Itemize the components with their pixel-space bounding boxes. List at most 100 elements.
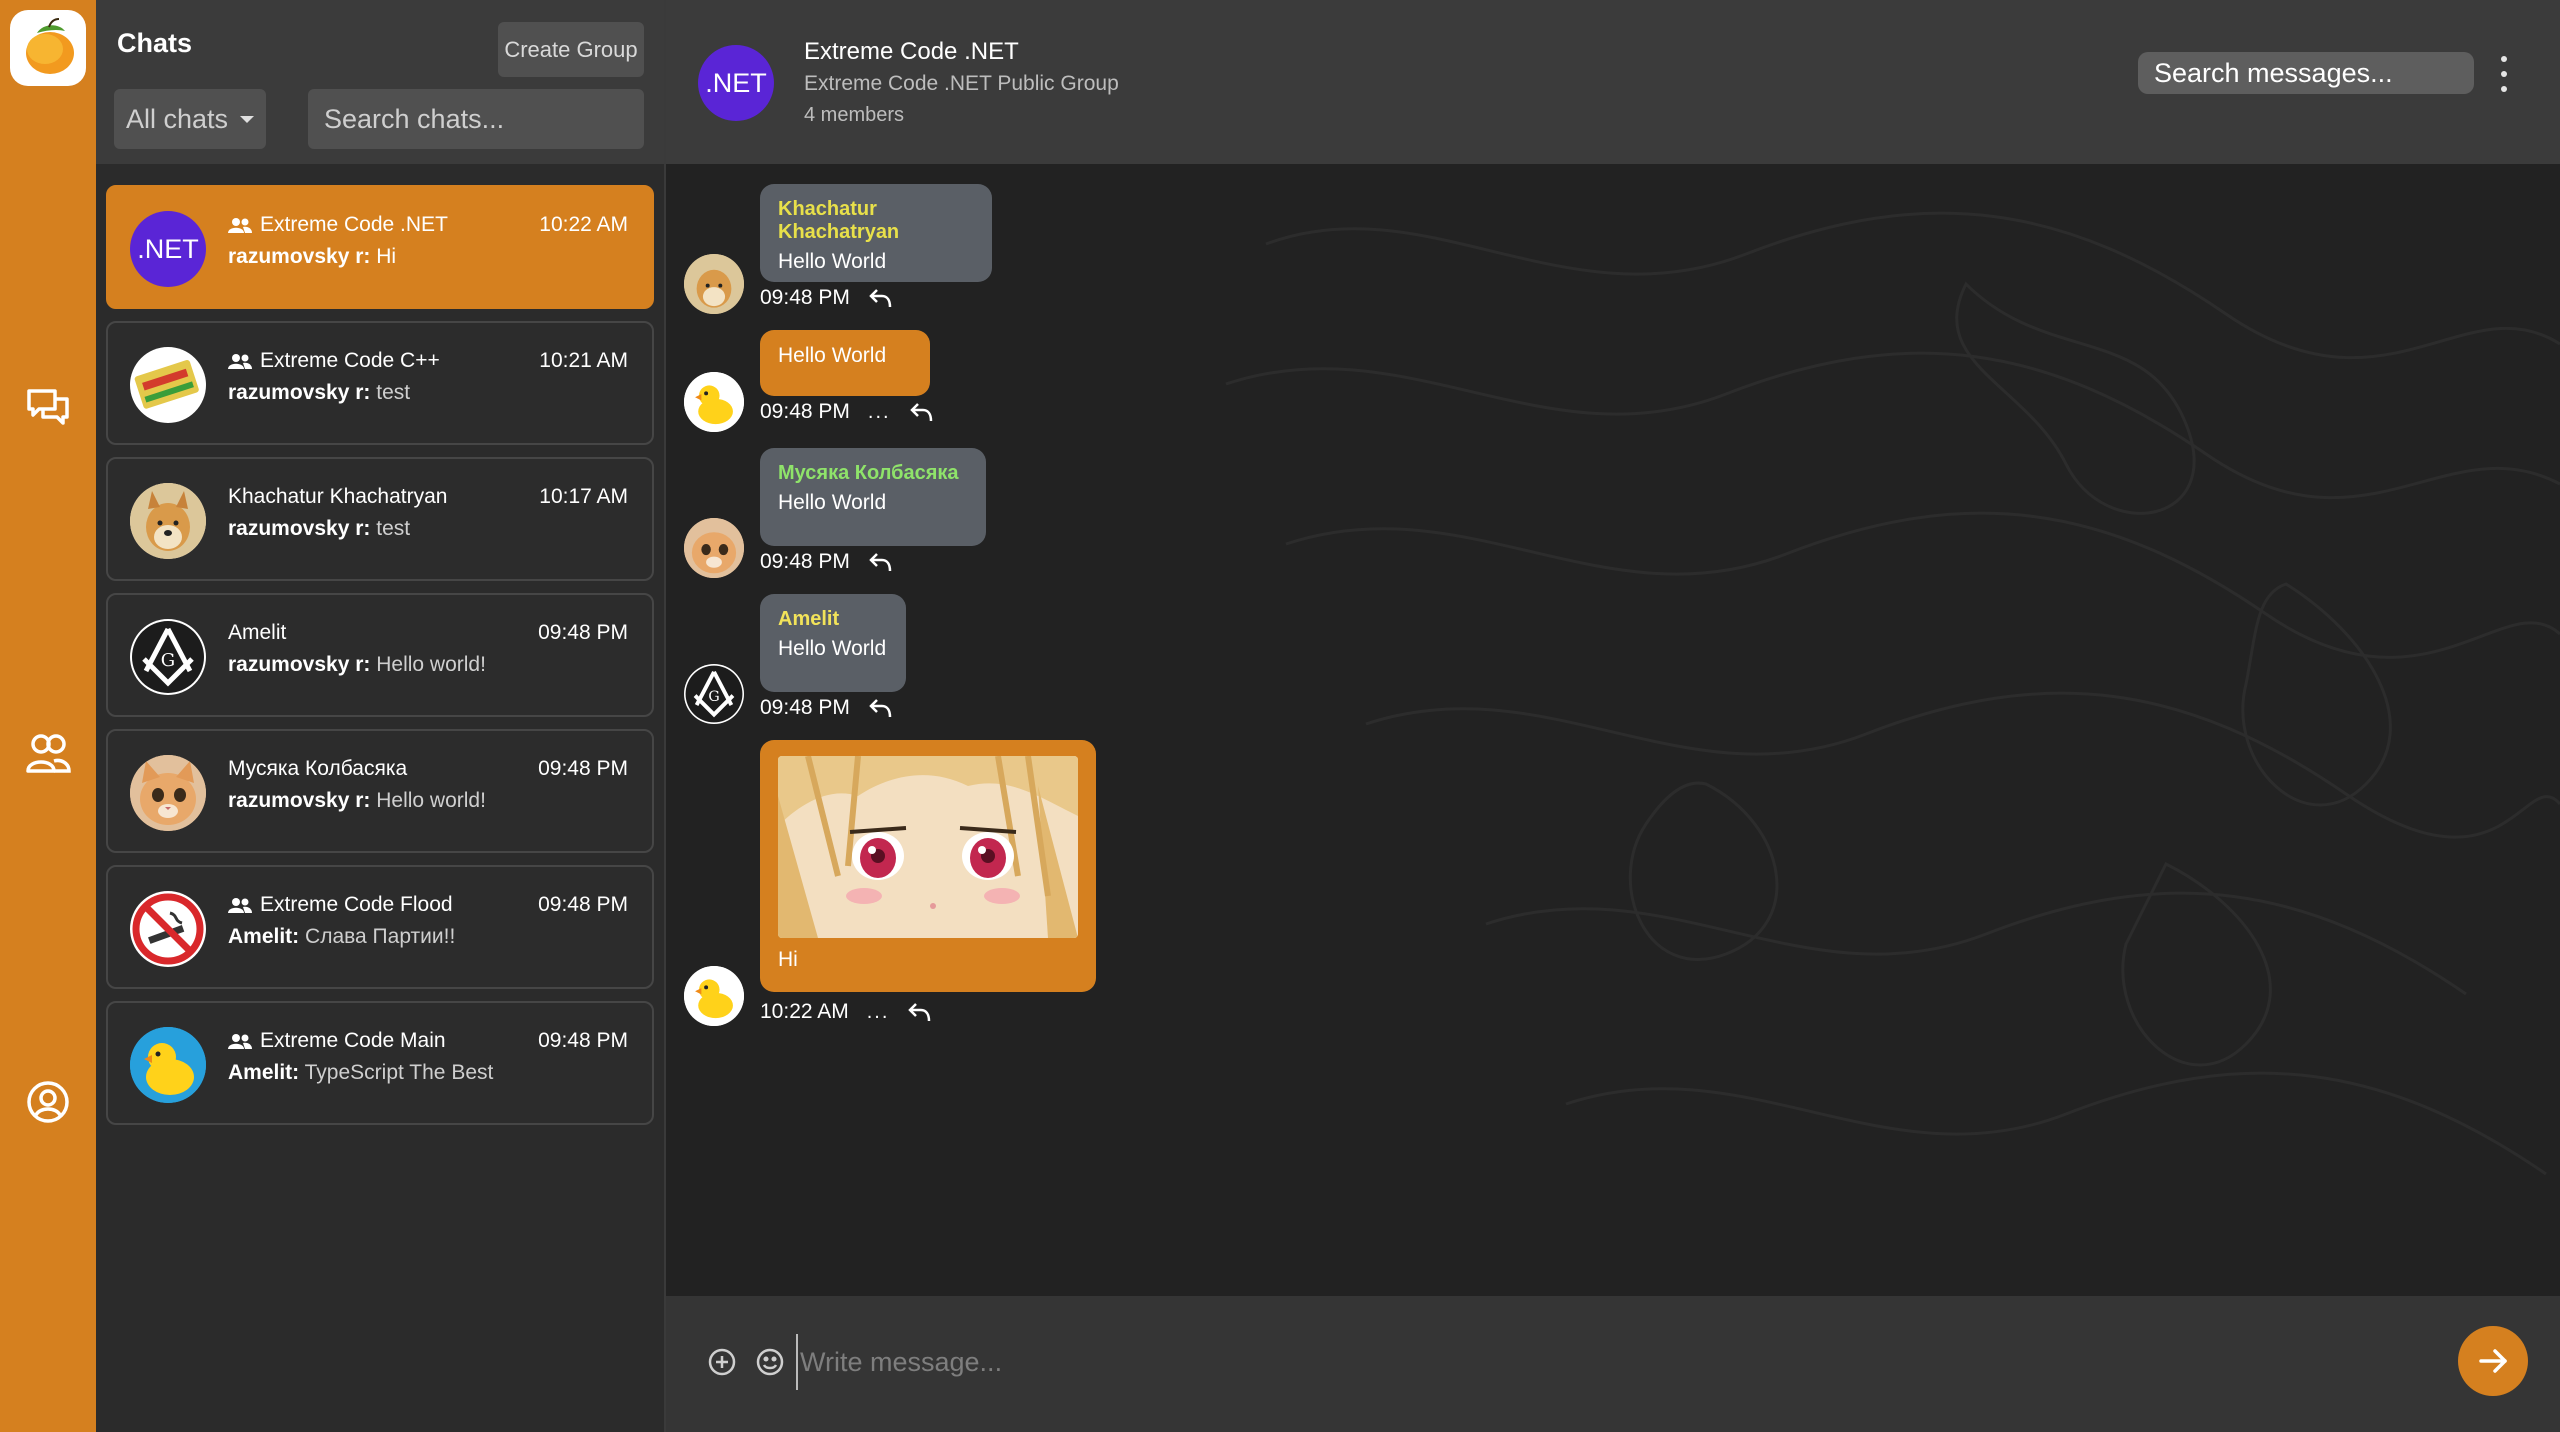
arrow-right-icon xyxy=(2479,1349,2507,1373)
duck-avatar-icon[interactable] xyxy=(684,966,744,1026)
doge-avatar-icon[interactable] xyxy=(684,254,744,314)
reply-icon[interactable] xyxy=(907,1001,931,1023)
message-text: Hello World xyxy=(778,491,887,514)
message-time: 09:48 PM xyxy=(760,400,850,423)
message-input[interactable] xyxy=(796,1334,2096,1390)
message-meta: 09:48 PM xyxy=(760,550,892,574)
group-icon xyxy=(228,218,252,233)
chat-item[interactable]: Мусяка Колбасяка 09:48 PM razumovsky r: … xyxy=(106,729,654,853)
message-bubble: Amelit Hello World xyxy=(760,594,906,692)
chat-name: Extreme Code C++ xyxy=(260,349,440,372)
duck-avatar-icon xyxy=(130,1027,206,1103)
message-meta: 09:48 PM xyxy=(760,286,892,310)
svg-text:G: G xyxy=(161,650,175,671)
preview-sender: Amelit: xyxy=(228,925,300,948)
message-sender: Khachatur Khachatryan xyxy=(778,198,900,243)
no-smoking-avatar-icon xyxy=(130,891,206,967)
group-icon xyxy=(228,1034,252,1049)
chat-preview: razumovsky r: Hi xyxy=(228,245,396,269)
contacts-icon[interactable] xyxy=(22,728,74,780)
cat-avatar-icon[interactable] xyxy=(684,518,744,578)
chat-preview: razumovsky r: Hello world! xyxy=(228,653,486,677)
preview-text: Hi xyxy=(370,245,397,268)
message-bubble: Hello World xyxy=(760,330,930,396)
message-more-button[interactable]: ... xyxy=(867,1001,890,1024)
cat-avatar-icon xyxy=(130,755,206,831)
preview-text: TypeScript The Best xyxy=(299,1061,494,1084)
group-icon xyxy=(228,354,252,369)
cpp-book-avatar-icon xyxy=(130,347,206,423)
chat-item[interactable]: Extreme Code Flood 09:48 PM Amelit: Слав… xyxy=(106,865,654,989)
masonic-avatar-icon: G xyxy=(130,619,206,695)
anime-image-icon[interactable] xyxy=(778,756,1078,938)
preview-sender: razumovsky r: xyxy=(228,789,371,812)
message-text: Hello World xyxy=(778,637,887,660)
message-time: 09:48 PM xyxy=(760,550,850,573)
chat-name: Extreme Code Flood xyxy=(260,893,453,916)
reply-icon[interactable] xyxy=(868,697,892,719)
masonic-avatar-icon[interactable]: G xyxy=(684,664,744,724)
chat-item[interactable]: Extreme Code Main 09:48 PM Amelit: TypeS… xyxy=(106,1001,654,1125)
caret-down-icon xyxy=(240,116,254,123)
chat-header-members: 4 members xyxy=(804,104,905,126)
message-meta: 09:48 PM ... xyxy=(760,400,933,424)
preview-sender: razumovsky r: xyxy=(228,381,371,404)
message-composer xyxy=(666,1296,2560,1432)
chat-preview: razumovsky r: test xyxy=(228,381,410,405)
message-text: Hello World xyxy=(778,250,887,273)
more-options-icon[interactable] xyxy=(2492,56,2516,92)
reply-icon[interactable] xyxy=(868,287,892,309)
chat-header-subtitle: Extreme Code .NET Public Group xyxy=(804,72,1119,95)
chat-item[interactable]: Extreme Code C++ 10:21 AM razumovsky r: … xyxy=(106,321,654,445)
chat-preview: razumovsky r: test xyxy=(228,517,410,541)
sidebar-title: Chats xyxy=(117,28,193,58)
chat-time: 10:17 AM xyxy=(539,485,628,508)
chat-item[interactable]: Khachatur Khachatryan 10:17 AM razumovsk… xyxy=(106,457,654,581)
chat-header-avatar[interactable]: .NET xyxy=(698,45,774,121)
chat-time: 09:48 PM xyxy=(538,757,628,780)
preview-text: Слава Партии!! xyxy=(299,925,456,948)
preview-text: Hello world! xyxy=(370,653,486,676)
reply-icon[interactable] xyxy=(868,551,892,573)
chat-item[interactable]: .NET Extreme Code .NET 10:22 AM razumovs… xyxy=(106,185,654,309)
chat-name: Extreme Code Main xyxy=(260,1029,446,1052)
chats-icon[interactable] xyxy=(22,382,74,434)
svg-text:G: G xyxy=(708,689,719,705)
chat-time: 09:48 PM xyxy=(538,893,628,916)
mango-logo-icon[interactable] xyxy=(10,10,86,86)
chat-preview: razumovsky r: Hello world! xyxy=(228,789,486,813)
message-bubble: Hi xyxy=(760,740,1096,992)
chat-header: .NET Extreme Code .NET Extreme Code .NET… xyxy=(666,0,2560,164)
profile-icon[interactable] xyxy=(22,1076,74,1128)
chat-filter-value: All chats xyxy=(126,103,229,134)
message-meta: 10:22 AM ... xyxy=(760,1000,931,1024)
doge-avatar-icon xyxy=(130,483,206,559)
create-group-button[interactable]: Create Group xyxy=(498,22,644,77)
chat-item[interactable]: G Amelit 09:48 PM razumovsky r: Hello wo… xyxy=(106,593,654,717)
search-chats-input[interactable] xyxy=(308,89,644,149)
preview-sender: razumovsky r: xyxy=(228,653,371,676)
chat-avatar: .NET xyxy=(130,211,206,287)
message-bubble: Khachatur Khachatryan Hello World xyxy=(760,184,992,282)
preview-text: test xyxy=(370,381,411,404)
group-icon xyxy=(228,898,252,913)
search-messages-input[interactable] xyxy=(2138,52,2474,94)
emoji-icon[interactable] xyxy=(754,1346,786,1378)
chat-time: 10:22 AM xyxy=(539,213,628,236)
duck-avatar-icon[interactable] xyxy=(684,372,744,432)
message-time: 09:48 PM xyxy=(760,696,850,719)
message-meta: 09:48 PM xyxy=(760,696,892,720)
chat-list: .NET Extreme Code .NET 10:22 AM razumovs… xyxy=(106,185,654,1137)
message-bubble: Мусяка Колбасяка Hello World xyxy=(760,448,986,546)
attach-plus-icon[interactable] xyxy=(706,1346,738,1378)
message-more-button[interactable]: ... xyxy=(868,401,891,424)
chat-header-title[interactable]: Extreme Code .NET xyxy=(804,38,1019,66)
send-button[interactable] xyxy=(2458,1326,2528,1396)
reply-icon[interactable] xyxy=(909,401,933,423)
topographic-background xyxy=(1225,211,2560,1176)
chat-filter-select[interactable]: All chats xyxy=(114,89,266,149)
message-area: Khachatur Khachatryan Hello World 09:48 … xyxy=(666,164,2560,1296)
preview-sender: razumovsky r: xyxy=(228,245,371,268)
message-text: Hello World xyxy=(778,344,887,367)
message-sender: Мусяка Колбасяка xyxy=(778,462,959,484)
